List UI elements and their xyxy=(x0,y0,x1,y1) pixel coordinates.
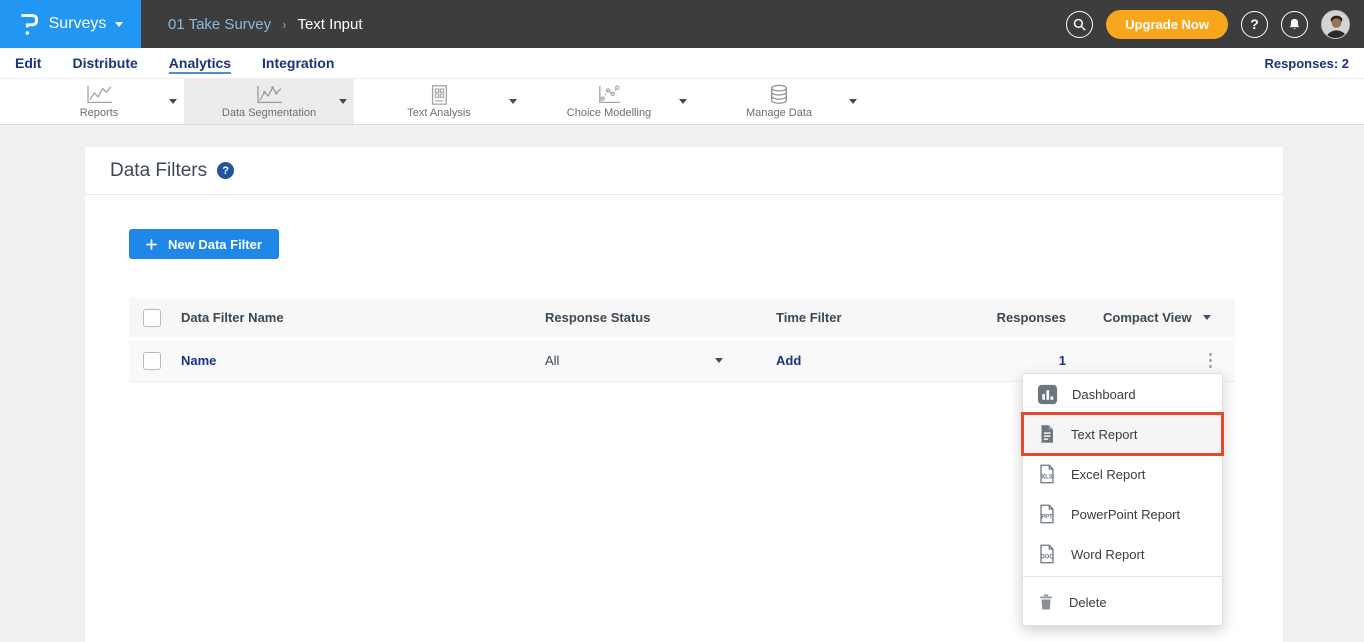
compact-view-label: Compact View xyxy=(1103,310,1192,325)
menu-item-excel-report[interactable]: XLS Excel Report xyxy=(1023,454,1222,494)
response-status-select[interactable]: All xyxy=(537,353,723,368)
upgrade-now-button[interactable]: Upgrade Now xyxy=(1106,10,1228,39)
text-report-icon xyxy=(1036,423,1058,445)
chevron-down-icon[interactable] xyxy=(849,99,857,104)
question-mark-icon: ? xyxy=(222,165,229,177)
menu-item-label: Text Report xyxy=(1071,427,1137,442)
toolbar-item-label: Data Segmentation xyxy=(222,107,316,119)
dotted-trend-icon xyxy=(594,84,624,106)
breadcrumb-separator: › xyxy=(282,17,286,32)
proprofs-logo-icon xyxy=(18,11,40,37)
user-avatar[interactable] xyxy=(1321,10,1350,39)
card-header: Data Filters ? xyxy=(85,147,1283,195)
col-header-time-filter: Time Filter xyxy=(768,310,991,325)
col-header-responses: Responses xyxy=(991,310,1076,325)
tab-edit[interactable]: Edit xyxy=(15,55,41,72)
question-mark-icon: ? xyxy=(1250,16,1259,32)
trash-icon xyxy=(1036,592,1056,612)
menu-divider xyxy=(1023,576,1222,577)
toolbar-item-data-segmentation[interactable]: Data Segmentation xyxy=(184,79,354,124)
line-chart-icon xyxy=(83,84,115,106)
chevron-down-icon[interactable] xyxy=(679,99,687,104)
menu-item-text-report[interactable]: Text Report xyxy=(1023,414,1222,454)
bell-icon xyxy=(1287,17,1302,32)
data-filters-help-icon[interactable]: ? xyxy=(217,162,234,179)
menu-item-delete[interactable]: Delete xyxy=(1023,579,1222,625)
chevron-down-icon[interactable] xyxy=(509,99,517,104)
ppt-icon-text: PPT xyxy=(1041,515,1053,521)
responses-count: Responses: 2 xyxy=(1264,56,1349,71)
row-actions xyxy=(1076,350,1235,372)
breadcrumb: 01 Take Survey › Text Input xyxy=(141,0,363,48)
chevron-down-icon xyxy=(715,358,723,363)
product-name: Surveys xyxy=(49,15,107,33)
filter-name-link[interactable]: Name xyxy=(181,353,537,368)
scatter-line-chart-icon xyxy=(253,84,285,106)
doc-icon-text: DOC xyxy=(1040,555,1054,561)
app-window: Surveys 01 Take Survey › Text Input Upgr… xyxy=(0,0,1364,642)
menu-item-label: Excel Report xyxy=(1071,467,1145,482)
chevron-down-icon[interactable] xyxy=(339,99,347,104)
tab-integration[interactable]: Integration xyxy=(262,55,334,72)
doc-file-icon: DOC xyxy=(1036,543,1058,565)
dashboard-icon xyxy=(1036,383,1059,406)
select-all-checkbox[interactable] xyxy=(143,309,161,327)
analytics-toolbar: Reports Data Segmentation xyxy=(0,79,1364,125)
row-menu-kebab-icon[interactable] xyxy=(1206,350,1216,372)
time-filter-add-link[interactable]: Add xyxy=(776,353,801,368)
menu-item-label: Dashboard xyxy=(1072,387,1136,402)
responses-value[interactable]: 1 xyxy=(991,353,1076,368)
plus-icon xyxy=(146,239,157,250)
col-header-response-status: Response Status xyxy=(537,310,768,325)
nav-tabs: Edit Distribute Analytics Integration xyxy=(15,55,334,72)
toolbar-item-reports[interactable]: Reports xyxy=(14,79,184,124)
toolbar-item-choice-modelling[interactable]: Choice Modelling xyxy=(524,79,694,124)
toolbar-item-label: Reports xyxy=(80,107,119,119)
compact-view-dropdown[interactable]: Compact View xyxy=(1103,310,1235,325)
tab-distribute[interactable]: Distribute xyxy=(72,55,137,72)
product-switcher[interactable]: Surveys xyxy=(0,0,141,48)
chevron-down-icon xyxy=(1203,315,1211,320)
topbar-actions: Upgrade Now ? xyxy=(1066,0,1364,48)
menu-item-powerpoint-report[interactable]: PPT PowerPoint Report xyxy=(1023,494,1222,534)
menu-item-label: Delete xyxy=(1069,595,1107,610)
page-title: Data Filters xyxy=(110,160,207,182)
toolbar-item-label: Choice Modelling xyxy=(567,107,651,119)
menu-item-word-report[interactable]: DOC Word Report xyxy=(1023,534,1222,574)
tab-analytics[interactable]: Analytics xyxy=(169,55,231,72)
row-actions-menu: Dashboard Text Report XLS Excel Report xyxy=(1022,373,1223,626)
help-button[interactable]: ? xyxy=(1241,11,1268,38)
row-checkbox[interactable] xyxy=(143,352,161,370)
toolbar-item-label: Manage Data xyxy=(746,107,812,119)
chevron-down-icon[interactable] xyxy=(169,99,177,104)
menu-item-label: Word Report xyxy=(1071,547,1144,562)
avatar-photo xyxy=(1322,11,1350,39)
survey-nav: Edit Distribute Analytics Integration Re… xyxy=(0,48,1364,79)
top-header: Surveys 01 Take Survey › Text Input Upgr… xyxy=(0,0,1364,48)
table-header-row: Data Filter Name Response Status Time Fi… xyxy=(129,298,1235,340)
search-icon xyxy=(1072,17,1087,32)
news-grid-icon xyxy=(426,84,452,106)
breadcrumb-current-page: Text Input xyxy=(297,16,362,33)
notifications-button[interactable] xyxy=(1281,11,1308,38)
response-status-value: All xyxy=(545,353,559,368)
ppt-file-icon: PPT xyxy=(1036,503,1058,525)
new-data-filter-button[interactable]: New Data Filter xyxy=(129,229,279,259)
search-button[interactable] xyxy=(1066,11,1093,38)
toolbar-item-manage-data[interactable]: Manage Data xyxy=(694,79,864,124)
col-header-data-filter-name: Data Filter Name xyxy=(181,310,537,325)
new-data-filter-label: New Data Filter xyxy=(168,237,262,252)
xls-file-icon: XLS xyxy=(1036,463,1058,485)
database-icon xyxy=(766,84,792,106)
toolbar-item-label: Text Analysis xyxy=(407,107,471,119)
breadcrumb-survey-link[interactable]: 01 Take Survey xyxy=(168,16,271,33)
menu-item-dashboard[interactable]: Dashboard xyxy=(1023,374,1222,414)
xls-icon-text: XLS xyxy=(1041,475,1053,481)
toolbar-item-text-analysis[interactable]: Text Analysis xyxy=(354,79,524,124)
chevron-down-icon xyxy=(115,22,123,27)
card-body: New Data Filter Data Filter Name Respons… xyxy=(85,195,1283,382)
menu-item-label: PowerPoint Report xyxy=(1071,507,1180,522)
